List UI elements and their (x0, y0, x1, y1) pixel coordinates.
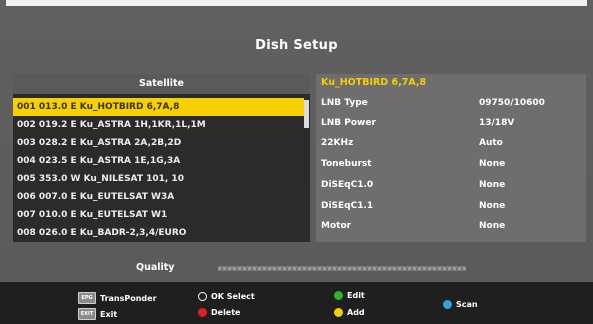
ok-key-icon (198, 292, 207, 301)
hint-label: Delete (211, 308, 241, 317)
hint-exit[interactable]: EXIT Exit (78, 308, 117, 320)
setting-value: None (479, 221, 506, 231)
satellite-item-selected[interactable]: 001 013.0 E Ku_HOTBIRD 6,7A,8 (13, 98, 309, 116)
satellite-item[interactable]: 006 007.0 E Ku_EUTELSAT W3A (13, 188, 310, 206)
quality-label: Quality (136, 262, 175, 273)
page-title: Dish Setup (255, 38, 338, 53)
setting-value: None (479, 201, 506, 211)
satellite-scrollbar-thumb[interactable] (304, 100, 309, 128)
setting-lnb-power[interactable]: LNB Power 13/18V (316, 114, 586, 134)
satellite-list[interactable]: 001 013.0 E Ku_HOTBIRD 6,7A,8 002 019.2 … (13, 98, 310, 242)
setting-22khz[interactable]: 22KHz Auto (316, 134, 586, 154)
setting-diseqc10[interactable]: DiSEqC1.0 None (316, 176, 586, 196)
satellite-item[interactable]: 002 019.2 E Ku_ASTRA 1H,1KR,1L,1M (13, 116, 310, 134)
quality-bar (218, 266, 466, 271)
satellite-item[interactable]: 003 028.2 E Ku_ASTRA 2A,2B,2D (13, 134, 310, 152)
setting-lnb-type[interactable]: LNB Type 09750/10600 (316, 94, 586, 114)
hint-ok-select[interactable]: OK Select (198, 292, 255, 301)
hint-label: Scan (456, 300, 478, 309)
setting-label: LNB Type (321, 98, 368, 108)
hint-scan[interactable]: Scan (443, 300, 478, 309)
hint-add[interactable]: Add (334, 308, 365, 317)
setting-label: 22KHz (321, 138, 354, 148)
setting-label: LNB Power (321, 118, 376, 128)
setting-toneburst[interactable]: Toneburst None (316, 155, 586, 175)
setting-motor[interactable]: Motor None (316, 217, 586, 237)
yellow-key-icon (334, 308, 343, 317)
selected-satellite-name: Ku_HOTBIRD 6,7A,8 (321, 77, 427, 88)
setting-value: None (479, 180, 506, 190)
hint-label: OK Select (211, 292, 255, 301)
satellite-panel: Satellite 001 013.0 E Ku_HOTBIRD 6,7A,8 … (13, 74, 310, 242)
hint-label: Edit (347, 291, 365, 300)
dish-setup-screen: Dish Setup Satellite 001 013.0 E Ku_HOTB… (0, 0, 593, 324)
setting-value: Auto (479, 138, 503, 148)
hint-label: TransPonder (100, 293, 157, 303)
satellite-item[interactable]: 008 026.0 E Ku_BADR-2,3,4/EURO (13, 224, 310, 242)
top-strip (6, 0, 587, 6)
hint-delete[interactable]: Delete (198, 308, 240, 317)
setting-label: Motor (321, 221, 352, 231)
hint-label: Add (347, 308, 365, 317)
setting-label: Toneburst (321, 159, 372, 169)
setting-value: 13/18V (479, 118, 515, 128)
blue-key-icon (443, 300, 452, 309)
hint-label: Exit (100, 309, 118, 319)
satellite-item[interactable]: 004 023.5 E Ku_ASTRA 1E,1G,3A (13, 152, 310, 170)
setting-diseqc11[interactable]: DiSEqC1.1 None (316, 197, 586, 217)
lnb-settings-panel: Ku_HOTBIRD 6,7A,8 LNB Type 09750/10600 L… (316, 74, 586, 242)
hint-edit[interactable]: Edit (334, 291, 365, 300)
hint-transponder[interactable]: EPG TransPonder (78, 292, 157, 304)
setting-value: 09750/10600 (479, 98, 545, 108)
satellite-header: Satellite (13, 74, 310, 94)
satellite-item[interactable]: 005 353.0 W Ku_NILESAT 101, 10 (13, 170, 310, 188)
setting-label: DiSEqC1.1 (321, 201, 374, 211)
setting-value: None (479, 159, 506, 169)
red-key-icon (198, 308, 207, 317)
green-key-icon (334, 291, 343, 300)
epg-key-icon: EPG (78, 292, 96, 304)
footer-hints: EPG TransPonder EXIT Exit OK Select Dele… (0, 282, 593, 324)
setting-label: DiSEqC1.0 (321, 180, 374, 190)
satellite-item[interactable]: 007 010.0 E Ku_EUTELSAT W1 (13, 206, 310, 224)
exit-key-icon: EXIT (78, 308, 96, 320)
